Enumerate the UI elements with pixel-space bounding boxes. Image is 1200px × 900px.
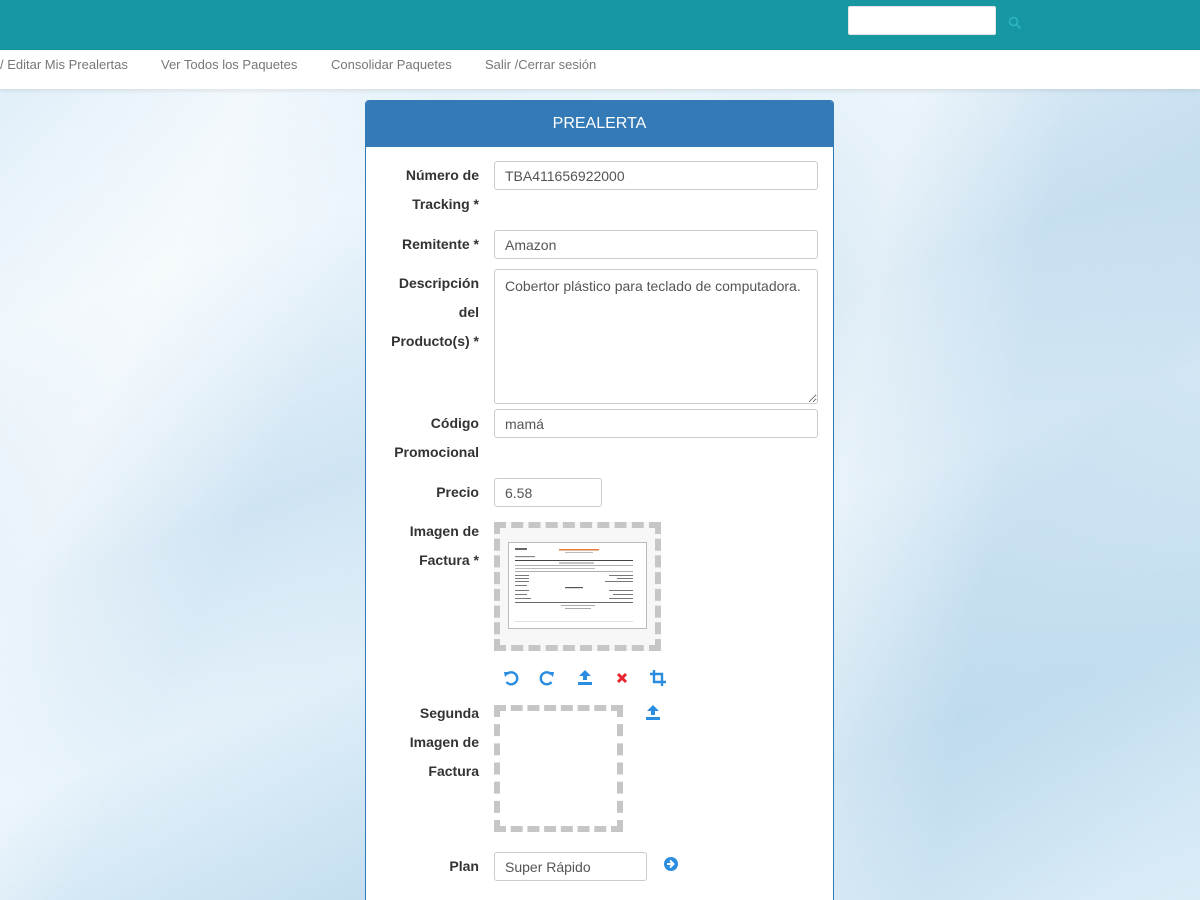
price-input[interactable] [494, 478, 602, 507]
tracking-label-line2: Tracking * [412, 196, 479, 212]
invoice-image-label-line2: Factura * [419, 552, 479, 568]
nav-edit-prealerts[interactable]: / Editar Mis Prealertas [0, 57, 128, 72]
sender-label: Remitente * [401, 236, 479, 252]
promo-label: Código Promocional [369, 409, 479, 467]
tracking-label: Número de Tracking * [369, 161, 479, 219]
second-invoice-image-dropzone[interactable] [494, 705, 623, 832]
second-upload-icon[interactable] [644, 703, 662, 721]
sender-input[interactable] [494, 230, 818, 259]
invoice-thumbnail [508, 542, 647, 629]
arrow-circle-right-icon[interactable] [663, 856, 679, 872]
second-invoice-image-label-line3: Factura [428, 763, 479, 779]
search-input[interactable] [848, 6, 996, 35]
prealert-panel: PREALERTA Número de Tracking * Remitente… [365, 100, 834, 900]
price-label: Precio [436, 484, 479, 500]
promo-label-line1: Código [430, 415, 479, 431]
description-label: Descripción del Producto(s) * [369, 269, 479, 356]
second-invoice-image-label-line2: Imagen de [409, 734, 479, 750]
description-label-line2: del [458, 304, 479, 320]
crop-icon[interactable] [649, 669, 667, 687]
top-bar [0, 0, 1200, 50]
plan-select[interactable]: Super Rápido [494, 852, 647, 881]
promo-code-input[interactable] [494, 409, 818, 438]
plan-label: Plan [449, 858, 479, 874]
search-icon[interactable] [1008, 16, 1022, 30]
remove-icon[interactable] [613, 669, 631, 687]
invoice-image-label: Imagen de Factura * [369, 517, 479, 575]
rotate-right-icon[interactable] [538, 669, 556, 687]
nav-consolidate-packages[interactable]: Consolidar Paquetes [331, 57, 452, 72]
tracking-label-line1: Número de [405, 167, 479, 183]
invoice-image-label-line1: Imagen de [409, 523, 479, 539]
upload-icon[interactable] [576, 668, 594, 686]
second-invoice-image-label-line1: Segunda [419, 705, 479, 721]
rotate-left-icon[interactable] [502, 669, 520, 687]
nav-logout[interactable]: Salir /Cerrar sesión [485, 57, 596, 72]
panel-title: PREALERTA [366, 101, 833, 147]
promo-label-line2: Promocional [394, 444, 479, 460]
second-invoice-image-label: Segunda Imagen de Factura [369, 699, 479, 786]
nav-bar: / Editar Mis Prealertas Ver Todos los Pa… [0, 50, 1200, 89]
tracking-input[interactable] [494, 161, 818, 190]
nav-view-all-packages[interactable]: Ver Todos los Paquetes [161, 57, 297, 72]
description-label-line1: Descripción [398, 275, 479, 291]
description-textarea[interactable]: Cobertor plástico para teclado de comput… [494, 269, 818, 404]
description-label-line3: Producto(s) * [391, 333, 479, 349]
invoice-image-dropzone[interactable] [494, 522, 661, 651]
